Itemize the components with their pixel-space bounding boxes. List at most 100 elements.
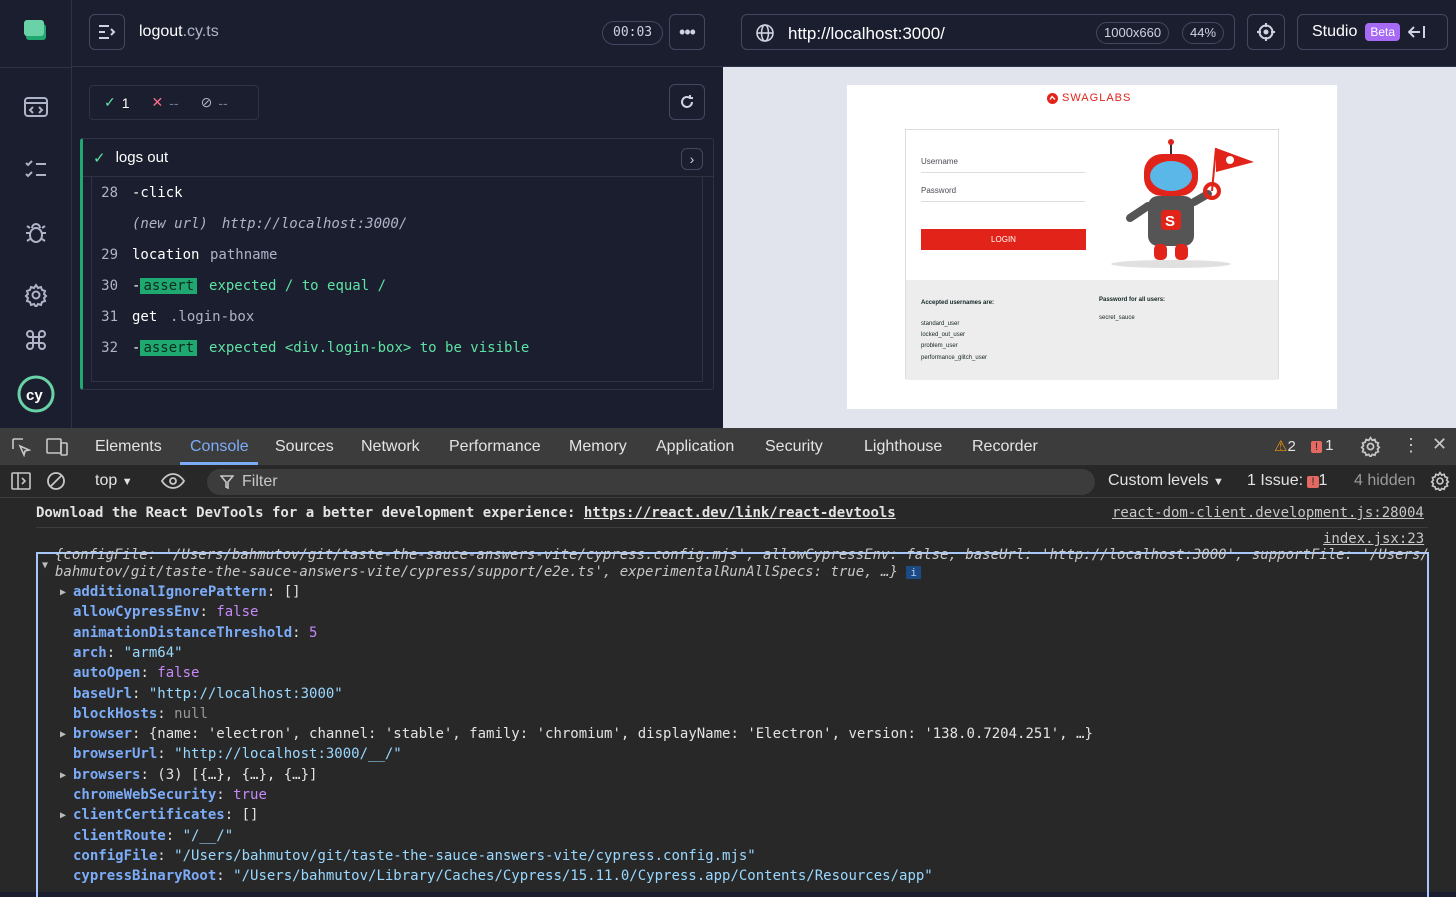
object-property-row[interactable]: clientCertificates: [] [73, 807, 258, 823]
property-key: browsers [73, 766, 141, 783]
tab-lighthouse[interactable]: Lighthouse [864, 438, 942, 456]
refresh-icon [681, 95, 693, 108]
test-header[interactable]: ✓ logs out › [83, 139, 713, 177]
cypress-sidebar: cy [0, 0, 72, 428]
chevron-right-icon[interactable]: › [681, 148, 703, 170]
log-levels-value: Custom levels [1108, 472, 1209, 489]
failed-value: -- [169, 94, 179, 111]
tab-recorder[interactable]: Recorder [972, 438, 1038, 456]
tab-sources[interactable]: Sources [275, 438, 334, 456]
spec-runner-panel: logout.cy.ts 00:03 ••• ✓ 1 ✕ -- ⊘ -- ✓ logs… [72, 0, 723, 428]
viewport-size-badge[interactable]: 1000x660 [1096, 22, 1170, 44]
kebab-menu-icon[interactable]: ⋮ [1402, 435, 1420, 456]
console-filter-input[interactable]: Filter [207, 469, 1095, 495]
command-row[interactable]: 29 location pathname [92, 241, 277, 269]
spec-runner-header: logout.cy.ts 00:03 ••• [72, 0, 723, 67]
react-source-link[interactable]: react-dom-client.development.js:28004 [1112, 505, 1424, 521]
command-row[interactable]: 28 -click [92, 179, 202, 207]
username-input[interactable]: Username [921, 157, 1085, 173]
runs-nav-icon[interactable] [22, 156, 50, 184]
passed-value: 1 [121, 94, 130, 111]
errors-counter[interactable]: ! 1 [1311, 437, 1333, 454]
inspect-element-icon[interactable] [11, 437, 31, 457]
property-value: "/__/" [182, 827, 234, 844]
warnings-counter[interactable]: ⚠2 [1274, 437, 1296, 455]
context-selector[interactable]: top ▼ [95, 472, 133, 490]
command-name: get [132, 309, 158, 325]
object-property-row: cypressBinaryRoot: "/Users/bahmutov/Libr… [73, 868, 933, 885]
issues-button[interactable]: 1 Issue: ! 1 [1247, 472, 1327, 490]
specs-nav-icon[interactable] [22, 93, 50, 121]
zoom-badge[interactable]: 44% [1182, 22, 1225, 44]
tab-performance[interactable]: Performance [449, 438, 541, 456]
spec-file-name: logout.cy.ts [139, 23, 219, 41]
selector-playground-button[interactable] [1247, 14, 1285, 50]
expand-triangle-icon[interactable]: ▶ [60, 587, 66, 598]
username-item: locked_out_user [921, 332, 966, 338]
ellipsis-icon: ••• [679, 21, 696, 42]
console-settings-icon[interactable] [1430, 471, 1450, 491]
filter-placeholder: Filter [242, 473, 278, 490]
command-row[interactable]: 31 get .login-box [92, 303, 254, 331]
react-devtools-link[interactable]: https://react.dev/link/react-devtools [584, 505, 896, 521]
expand-triangle-icon[interactable]: ▶ [60, 729, 66, 740]
property-key: autoOpen [73, 665, 141, 682]
devtools-tabbar: Elements Console Sources Network Perform… [0, 428, 1456, 465]
object-property-row[interactable]: browsers: (3) [{…}, {…}, {…}] [73, 767, 317, 783]
object-property-row: clientRoute: "/__/" [73, 827, 234, 844]
command-row[interactable]: (new url) http://localhost:3000/ [92, 210, 407, 238]
close-devtools-icon[interactable]: ✕ [1432, 434, 1447, 455]
accepted-usernames-heading: Accepted usernames are: [921, 300, 995, 306]
command-row[interactable]: 30- assert expected / to equal / [92, 272, 386, 300]
tab-console[interactable]: Console [190, 438, 249, 456]
property-value: "/Users/bahmutov/Library/Caches/Cypress/… [233, 868, 933, 885]
device-toolbar-icon[interactable] [46, 437, 68, 457]
url-bar[interactable]: http://localhost:3000/ 1000x660 44% [741, 14, 1235, 50]
log-source-link[interactable]: index.jsx:23 [1323, 531, 1424, 547]
clear-console-icon[interactable] [46, 471, 66, 491]
more-options-button[interactable]: ••• [669, 14, 705, 50]
toggle-specs-list-button[interactable] [89, 14, 125, 50]
tab-memory[interactable]: Memory [569, 438, 627, 456]
sidebar-toggle-icon[interactable] [11, 472, 31, 490]
log-levels-dropdown[interactable]: Custom levels ▼ [1108, 472, 1224, 490]
login-button[interactable]: LOGIN [921, 229, 1086, 250]
cypress-logo-icon[interactable]: cy [16, 374, 56, 414]
command-arg: expected <div.login-box> to be visible [209, 340, 530, 356]
object-property-row[interactable]: browser: {name: 'electron', channel: 'st… [73, 726, 1093, 742]
property-key: allowCypressEnv [73, 604, 200, 621]
swag-mark-icon [1047, 92, 1058, 104]
tab-application[interactable]: Application [656, 438, 734, 456]
tab-network[interactable]: Network [361, 438, 420, 456]
property-value: false [157, 665, 200, 682]
command-number: 31 [101, 309, 118, 325]
collapse-triangle-icon[interactable]: ▼ [42, 560, 48, 571]
command-row[interactable]: 32- assert expected <div.login-box> to be … [92, 334, 529, 362]
tab-elements[interactable]: Elements [95, 438, 162, 456]
tab-security[interactable]: Security [765, 438, 823, 456]
expand-triangle-icon[interactable]: ▶ [60, 770, 66, 781]
object-property-row: animationDistanceThreshold: 5 [73, 624, 318, 641]
devtools-settings-icon[interactable] [1360, 436, 1381, 457]
credentials-panel: Accepted usernames are: standard_user lo… [906, 280, 1278, 380]
expand-triangle-icon[interactable]: ▶ [60, 810, 66, 821]
test-item[interactable]: ✓ logs out › 28 -click (new url) http://lo… [80, 138, 714, 390]
command-log: 28 -click (new url) http://localhost:3000/… [91, 177, 703, 382]
object-summary-text: bahmutov/git/taste-the-sauce-answers-vit… [55, 564, 898, 580]
object-property-row[interactable]: additionalIgnorePattern: [] [73, 584, 301, 600]
studio-button[interactable]: Studio Beta [1297, 14, 1448, 50]
password-input[interactable]: Password [921, 186, 1085, 202]
console-toolbar: top ▼ Filter Custom levels ▼ 1 Issue: ! 1… [0, 465, 1456, 498]
object-property-row: browserUrl: "http://localhost:3000/__/" [73, 746, 402, 763]
nav-divider [0, 67, 72, 68]
settings-nav-icon[interactable] [22, 281, 50, 309]
rerun-button[interactable] [669, 84, 705, 120]
debug-nav-icon[interactable] [22, 219, 50, 247]
property-key: arch [73, 644, 107, 661]
log-separator [36, 527, 1428, 528]
aut-header: http://localhost:3000/ 1000x660 44% Stud… [723, 0, 1456, 67]
live-expression-eye-icon[interactable] [161, 473, 185, 489]
cypress-app-logo-icon[interactable] [24, 20, 48, 42]
property-key: additionalIgnorePattern [73, 584, 267, 600]
keyboard-shortcuts-icon[interactable] [22, 326, 50, 354]
